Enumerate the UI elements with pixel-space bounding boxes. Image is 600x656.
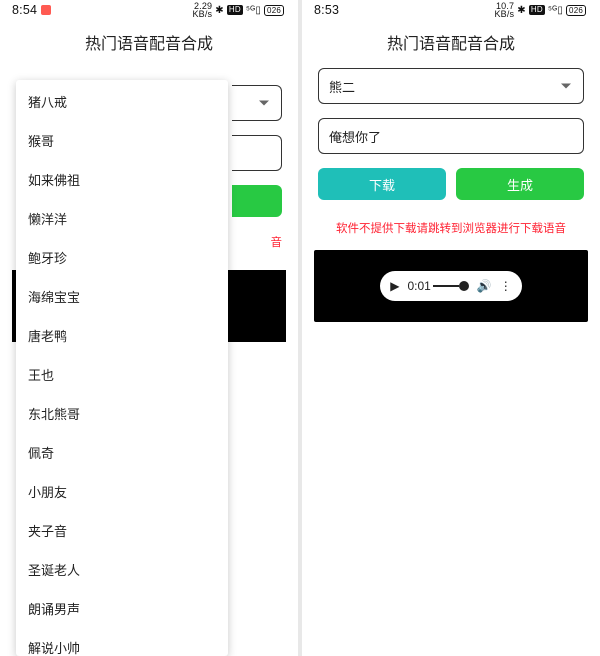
dropdown-item[interactable]: 小朋友 [16,472,228,511]
bluetooth-icon: ✱ [215,5,224,16]
phone-left: 8:54 2.29 KB/s ✱ HD ⁵ᴳ▯ 026 热门语音配音合成 音 猪… [0,0,298,656]
voice-dropdown[interactable]: 猪八戒猴哥如来佛祖懒洋洋鲍牙珍海绵宝宝唐老鸭王也东北熊哥佩奇小朋友夹子音圣诞老人… [16,80,228,656]
text-input-fragment-right[interactable] [232,135,282,171]
battery-icon: 026 [264,5,284,16]
status-right: 10.7 KB/s ✱ HD ⁵ᴳ▯ 026 [494,2,586,18]
dropdown-item[interactable]: 夹子音 [16,511,228,550]
dropdown-item[interactable]: 唐老鸭 [16,316,228,355]
button-row: 下载 生成 [318,168,584,200]
bluetooth-icon: ✱ [517,5,526,16]
status-bar: 8:53 10.7 KB/s ✱ HD ⁵ᴳ▯ 026 [302,0,600,20]
generate-button[interactable]: 生成 [456,168,584,200]
notice-fragment: 音 [271,234,283,250]
dropdown-item[interactable]: 朗诵男声 [16,589,228,628]
hd-icon: HD [227,5,243,15]
page-title: 热门语音配音合成 [0,20,298,68]
dropdown-item[interactable]: 鲍牙珍 [16,238,228,277]
notification-indicator-icon [41,5,51,15]
video-area: ▶ 0:01 🔊 ⋮ [314,250,588,322]
hd-icon: HD [529,5,545,15]
network-speed: 10.7 KB/s [494,2,514,18]
battery-icon: 026 [566,5,586,16]
dropdown-item[interactable]: 海绵宝宝 [16,277,228,316]
dropdown-item[interactable]: 如来佛祖 [16,160,228,199]
dropdown-item[interactable]: 懒洋洋 [16,199,228,238]
dropdown-item[interactable]: 圣诞老人 [16,550,228,589]
signal-icon: ⁵ᴳ▯ [548,5,563,16]
status-time: 8:53 [314,3,339,17]
status-bar: 8:54 2.29 KB/s ✱ HD ⁵ᴳ▯ 026 [0,0,298,20]
network-speed: 2.29 KB/s [192,2,212,18]
generate-button-fragment[interactable] [232,185,282,217]
dropdown-item[interactable]: 解说小帅 [16,628,228,656]
phone-right: 8:53 10.7 KB/s ✱ HD ⁵ᴳ▯ 026 热门语音配音合成 熊二 … [302,0,600,656]
volume-icon[interactable]: 🔊 [477,279,492,293]
text-input[interactable]: 俺想你了 [318,118,584,154]
dropdown-item[interactable]: 猪八戒 [16,82,228,121]
notice-text: 软件不提供下载请跳转到浏览器进行下载语音 [302,220,600,236]
play-icon[interactable]: ▶ [390,279,399,293]
more-icon[interactable]: ⋮ [500,279,512,293]
voice-select[interactable]: 熊二 [318,68,584,104]
dropdown-item[interactable]: 东北熊哥 [16,394,228,433]
voice-select[interactable] [232,85,282,121]
voice-select-value: 熊二 [329,77,573,96]
page-title: 热门语音配音合成 [302,20,600,68]
status-time: 8:54 [12,3,37,17]
download-button[interactable]: 下载 [318,168,446,200]
dropdown-item[interactable]: 佩奇 [16,433,228,472]
dropdown-item[interactable]: 猴哥 [16,121,228,160]
text-input-value: 俺想你了 [329,127,573,146]
status-right: 2.29 KB/s ✱ HD ⁵ᴳ▯ 026 [192,2,284,18]
seek-handle[interactable] [459,281,469,291]
signal-icon: ⁵ᴳ▯ [246,5,261,16]
audio-player[interactable]: ▶ 0:01 🔊 ⋮ [380,271,522,301]
dropdown-item[interactable]: 王也 [16,355,228,394]
player-time: 0:01 [407,279,430,293]
